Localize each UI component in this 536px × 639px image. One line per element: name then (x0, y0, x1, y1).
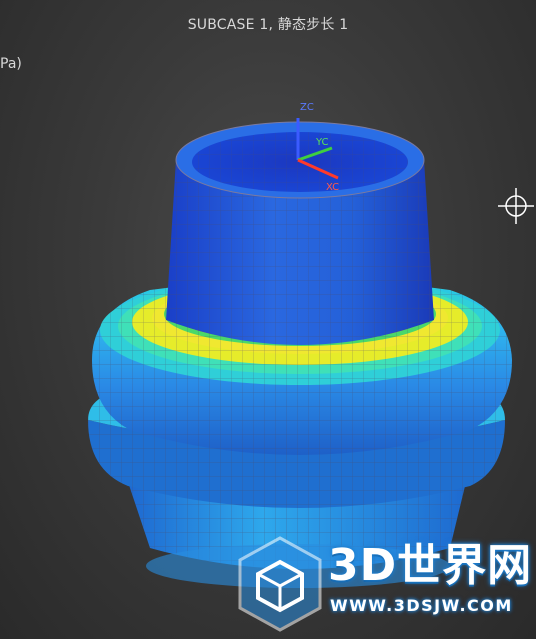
neck-cylinder (166, 121, 434, 345)
crosshair-icon (498, 188, 534, 224)
watermark: 3D世界网 WWW.3DSJW.COM (232, 534, 536, 634)
cube-logo-icon (238, 536, 322, 632)
graphics-viewport[interactable]: SUBCASE 1, 静态步长 1 Pa) ZC YC XC 3D世界网 WWW… (0, 0, 536, 639)
z-axis-label: ZC (300, 102, 314, 113)
watermark-brand: 3D世界网 (328, 540, 533, 591)
x-axis-label: XC (326, 182, 339, 193)
y-axis-label: YC (315, 137, 329, 148)
watermark-url: WWW.3DSJW.COM (330, 596, 513, 615)
